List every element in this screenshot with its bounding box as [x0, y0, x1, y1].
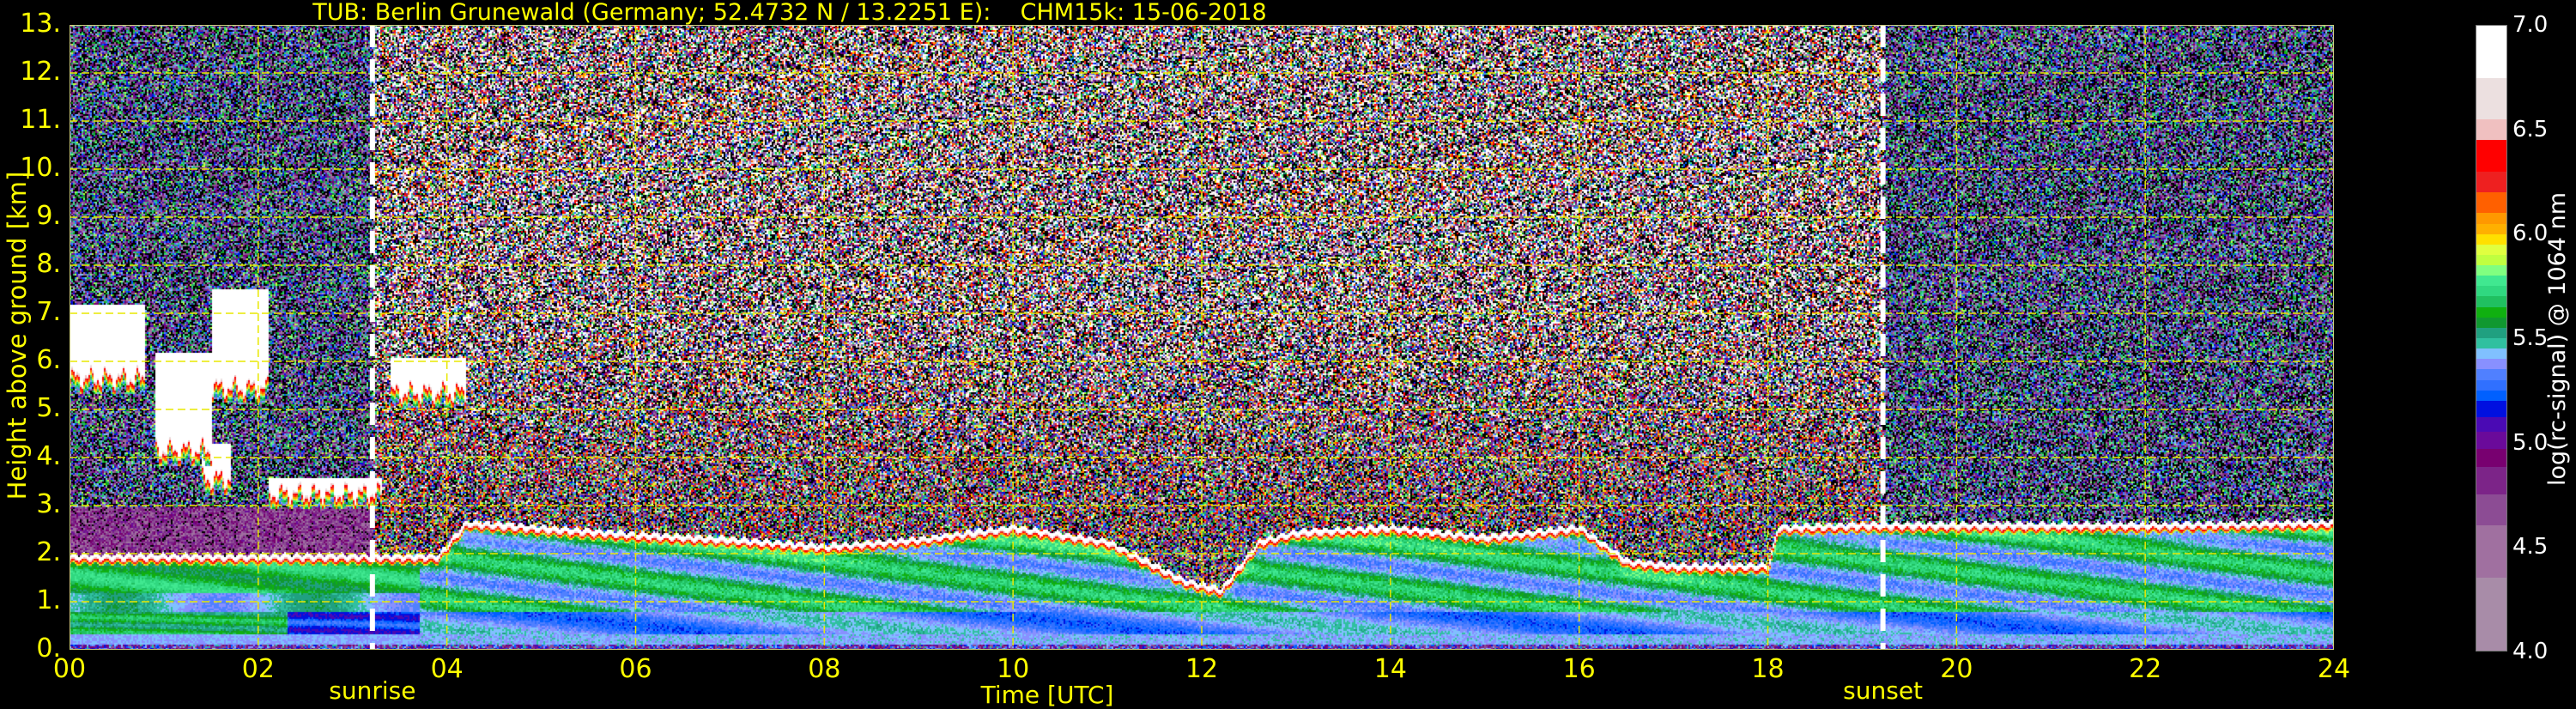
colorbar-segment	[2476, 525, 2506, 579]
colorbar-tick-label: 6.0	[2512, 221, 2549, 247]
colorbar-segment	[2476, 400, 2506, 418]
x-tick-label: 10	[997, 654, 1030, 684]
colorbar-segment	[2476, 244, 2506, 255]
colorbar-segment	[2476, 171, 2506, 193]
colorbar-tick-label: 7.0	[2512, 12, 2549, 38]
x-tick-label: 12	[1185, 654, 1219, 684]
y-tick-label: 2.	[36, 537, 61, 567]
colorbar	[2476, 25, 2507, 651]
colorbar-tick-label: 4.0	[2512, 639, 2549, 664]
chart-title: TUB: Berlin Grunewald (Germany; 52.4732 …	[312, 0, 1267, 26]
y-tick-label: 11.	[20, 105, 61, 135]
colorbar-segment	[2476, 213, 2506, 224]
colorbar-segment	[2476, 317, 2506, 328]
colorbar-tick-label: 4.5	[2512, 534, 2549, 561]
colorbar-segment	[2476, 265, 2506, 276]
colorbar-tick-label: 5.0	[2512, 429, 2549, 456]
colorbar-segment	[2476, 417, 2506, 433]
colorbar-segment	[2476, 467, 2506, 494]
y-tick-label: 1.	[36, 585, 61, 615]
x-tick-label: 16	[1562, 654, 1596, 684]
x-tick-label: 24	[2317, 654, 2351, 684]
colorbar-segment	[2476, 286, 2506, 297]
colorbar-segment	[2476, 306, 2506, 318]
colorbar-segment	[2476, 494, 2506, 526]
colorbar-segment	[2476, 359, 2506, 370]
x-tick-label: 06	[619, 654, 652, 684]
sunrise-label: sunrise	[329, 676, 416, 705]
x-tick-label: 18	[1751, 654, 1785, 684]
colorbar-segment	[2476, 369, 2506, 380]
colorbar-segment	[2476, 192, 2506, 214]
colorbar-segment	[2476, 254, 2506, 266]
x-tick-label: 08	[808, 654, 841, 684]
colorbar-label: log(rc-signal) @ 1064 nm	[2544, 191, 2571, 487]
x-tick-label: 14	[1373, 654, 1407, 684]
colorbar-segment	[2476, 390, 2506, 401]
colorbar-tick-label: 5.5	[2512, 325, 2549, 351]
colorbar-segment	[2476, 448, 2506, 468]
colorbar-segment	[2476, 26, 2506, 78]
colorbar-segment	[2476, 432, 2506, 449]
y-tick-label: 13.	[20, 9, 61, 39]
colorbar-tick-label: 6.5	[2512, 116, 2549, 142]
y-tick-label: 12.	[20, 57, 61, 87]
grid-overlay	[70, 25, 2334, 650]
x-tick-label: 02	[241, 654, 275, 684]
plot-area	[70, 25, 2334, 650]
y-axis-label: Height above ground [km]	[3, 171, 32, 500]
colorbar-segment	[2476, 119, 2506, 141]
colorbar-segment	[2476, 140, 2506, 172]
sunset-label: sunset	[1843, 676, 1924, 705]
x-tick-label: 00	[52, 654, 87, 684]
colorbar-segment	[2476, 296, 2506, 307]
x-tick-label: 22	[2129, 654, 2162, 684]
colorbar-segment	[2476, 233, 2506, 245]
colorbar-segment	[2476, 223, 2506, 234]
colorbar-segment	[2476, 77, 2506, 120]
colorbar-segment	[2476, 276, 2506, 287]
colorbar-segment	[2476, 327, 2506, 338]
colorbar-segment	[2476, 348, 2506, 360]
colorbar-segment	[2476, 379, 2506, 391]
colorbar-segment	[2476, 338, 2506, 349]
colorbar-segment	[2476, 578, 2506, 651]
x-axis-label: Time [UTC]	[980, 681, 1114, 709]
